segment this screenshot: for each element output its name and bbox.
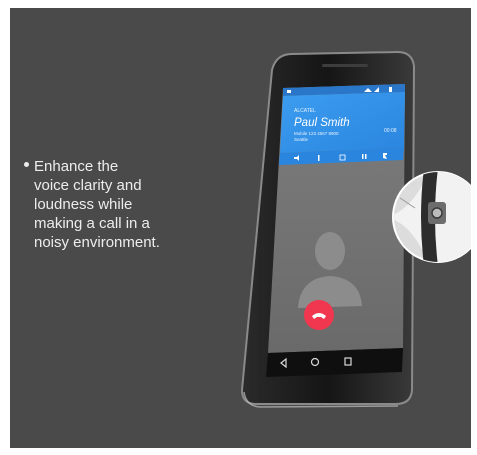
phone-illustration: ALCATEL Paul Smith Mobile 123 4567 8900 …: [240, 50, 471, 408]
carrier-label: ALCATEL: [294, 108, 316, 114]
speaker-grill: [322, 64, 368, 67]
battery-icon: [389, 87, 392, 92]
caller-name: Paul Smith: [294, 117, 350, 129]
navigation-bar: [266, 348, 403, 377]
phone-screen: ALCATEL Paul Smith Mobile 123 4567 8900 …: [268, 84, 405, 353]
bluetooth-icon[interactable]: [318, 155, 320, 161]
caller-location: Seattle: [294, 137, 309, 142]
call-timer: 00:08: [384, 128, 397, 134]
phone-icon: [287, 90, 291, 93]
caller-number: Mobile 123 4567 8900: [294, 131, 339, 136]
promo-panel: Enhance the voice clarity and loudness w…: [10, 8, 471, 448]
image-frame: Enhance the voice clarity and loudness w…: [0, 0, 477, 455]
call-card: ALCATEL Paul Smith Mobile 123 4567 8900 …: [280, 92, 405, 153]
end-call-button[interactable]: [304, 300, 334, 330]
